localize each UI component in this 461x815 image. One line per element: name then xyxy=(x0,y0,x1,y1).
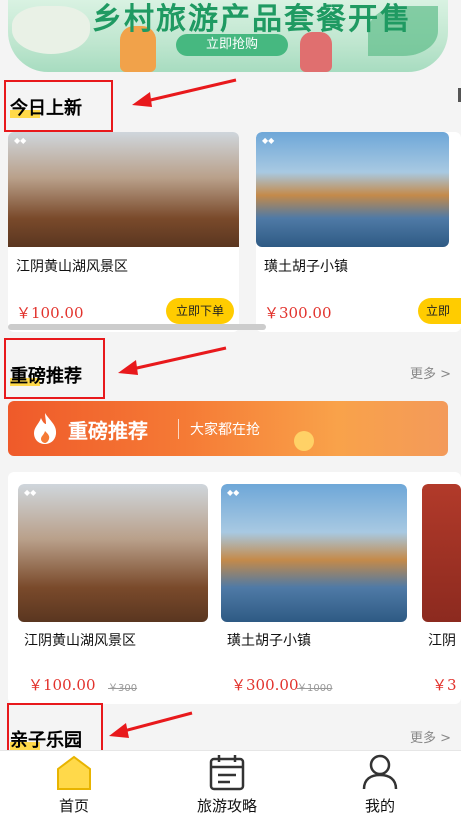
tab-guide[interactable]: 旅游攻略 xyxy=(167,751,287,815)
product-price: ￥100.00 xyxy=(16,304,84,322)
logo-mark: ◆◆ xyxy=(262,136,275,145)
tab-mine-label: 我的 xyxy=(364,797,395,815)
product-card[interactable]: ◆◆ 璜土胡子小镇 ￥300.00 ￥1000 xyxy=(221,484,407,694)
calendar-icon xyxy=(209,755,245,791)
hot-recommend-banner[interactable]: 重磅推荐 大家都在抢 xyxy=(8,401,448,456)
logo-mark: ◆◆ xyxy=(227,488,240,497)
red-gate-image xyxy=(422,484,461,622)
annotation-arrow xyxy=(109,711,193,738)
promo-title: 重磅推荐 xyxy=(68,419,148,443)
recommend-panel: ◆◆ 江阴黄山湖风景区 ￥100.00 ￥300 ◆◆ 璜土胡子小镇 ￥300.… xyxy=(8,472,461,704)
product-card[interactable]: ◆◆ 璜土胡子小镇 ￥300.00 立即 xyxy=(256,132,461,332)
lake-pagoda-image: ◆◆ xyxy=(256,132,449,247)
product-card[interactable]: ◆◆ 江阴黄山湖风景区 ￥100.00 立即下单 xyxy=(8,132,239,332)
waterwheel-image: ◆◆ xyxy=(18,484,208,622)
home-icon xyxy=(57,755,91,790)
product-price: ￥300.00 xyxy=(264,304,332,322)
annotation-arrow xyxy=(132,78,237,107)
flame-icon xyxy=(34,413,57,444)
tab-home-label: 首页 xyxy=(58,797,89,815)
tourist-illustration xyxy=(300,32,332,72)
divider xyxy=(178,419,179,439)
product-price: ￥100.00 xyxy=(28,676,96,694)
bottom-tab-bar: 首页 旅游攻略 我的 xyxy=(0,750,461,815)
logo-mark: ◆◆ xyxy=(24,488,37,497)
tab-mine[interactable]: 我的 xyxy=(320,751,440,815)
more-link-family[interactable]: 更多 > xyxy=(410,727,451,746)
banner-buy-button[interactable]: 立即抢购 xyxy=(176,34,288,56)
promo-subtitle: 大家都在抢 xyxy=(190,422,260,438)
decorative-ball xyxy=(294,431,314,451)
product-name: 江阴黄山湖风景区 xyxy=(16,259,128,275)
user-icon xyxy=(362,754,398,790)
tab-home[interactable]: 首页 xyxy=(14,751,134,815)
banner-title: 乡村旅游产品套餐开售 xyxy=(92,2,412,37)
product-name: 江阴黄山湖风景区 xyxy=(24,633,136,649)
annotation-arrow xyxy=(118,346,227,375)
more-link-hot[interactable]: 更多 > xyxy=(410,363,451,382)
annotation-box xyxy=(4,338,105,399)
product-price: ￥300.00 xyxy=(231,676,299,694)
product-card[interactable]: ◆◆ 江阴黄山湖风景区 ￥100.00 ￥300 xyxy=(18,484,208,694)
product-card[interactable]: 江阴 ￥3 xyxy=(422,484,461,694)
original-price: ￥300 xyxy=(108,683,138,694)
product-name: 江阴 xyxy=(428,633,456,649)
rice-dumpling-illustration xyxy=(12,6,90,54)
waterwheel-image: ◆◆ xyxy=(8,132,239,247)
product-name: 璜土胡子小镇 xyxy=(227,633,311,649)
lake-pagoda-image: ◆◆ xyxy=(221,484,407,622)
product-name: 璜土胡子小镇 xyxy=(264,259,348,275)
annotation-box xyxy=(4,80,113,132)
product-price: ￥3 xyxy=(432,676,457,694)
logo-mark: ◆◆ xyxy=(14,136,27,145)
horizontal-scrollbar[interactable] xyxy=(8,324,266,330)
promo-banner[interactable]: 乡村旅游产品套餐开售 立即抢购 xyxy=(8,0,448,72)
tab-guide-label: 旅游攻略 xyxy=(196,797,257,815)
original-price: ￥1000 xyxy=(297,683,333,694)
order-button[interactable]: 立即下单 xyxy=(166,298,234,324)
order-button[interactable]: 立即 xyxy=(418,298,461,324)
